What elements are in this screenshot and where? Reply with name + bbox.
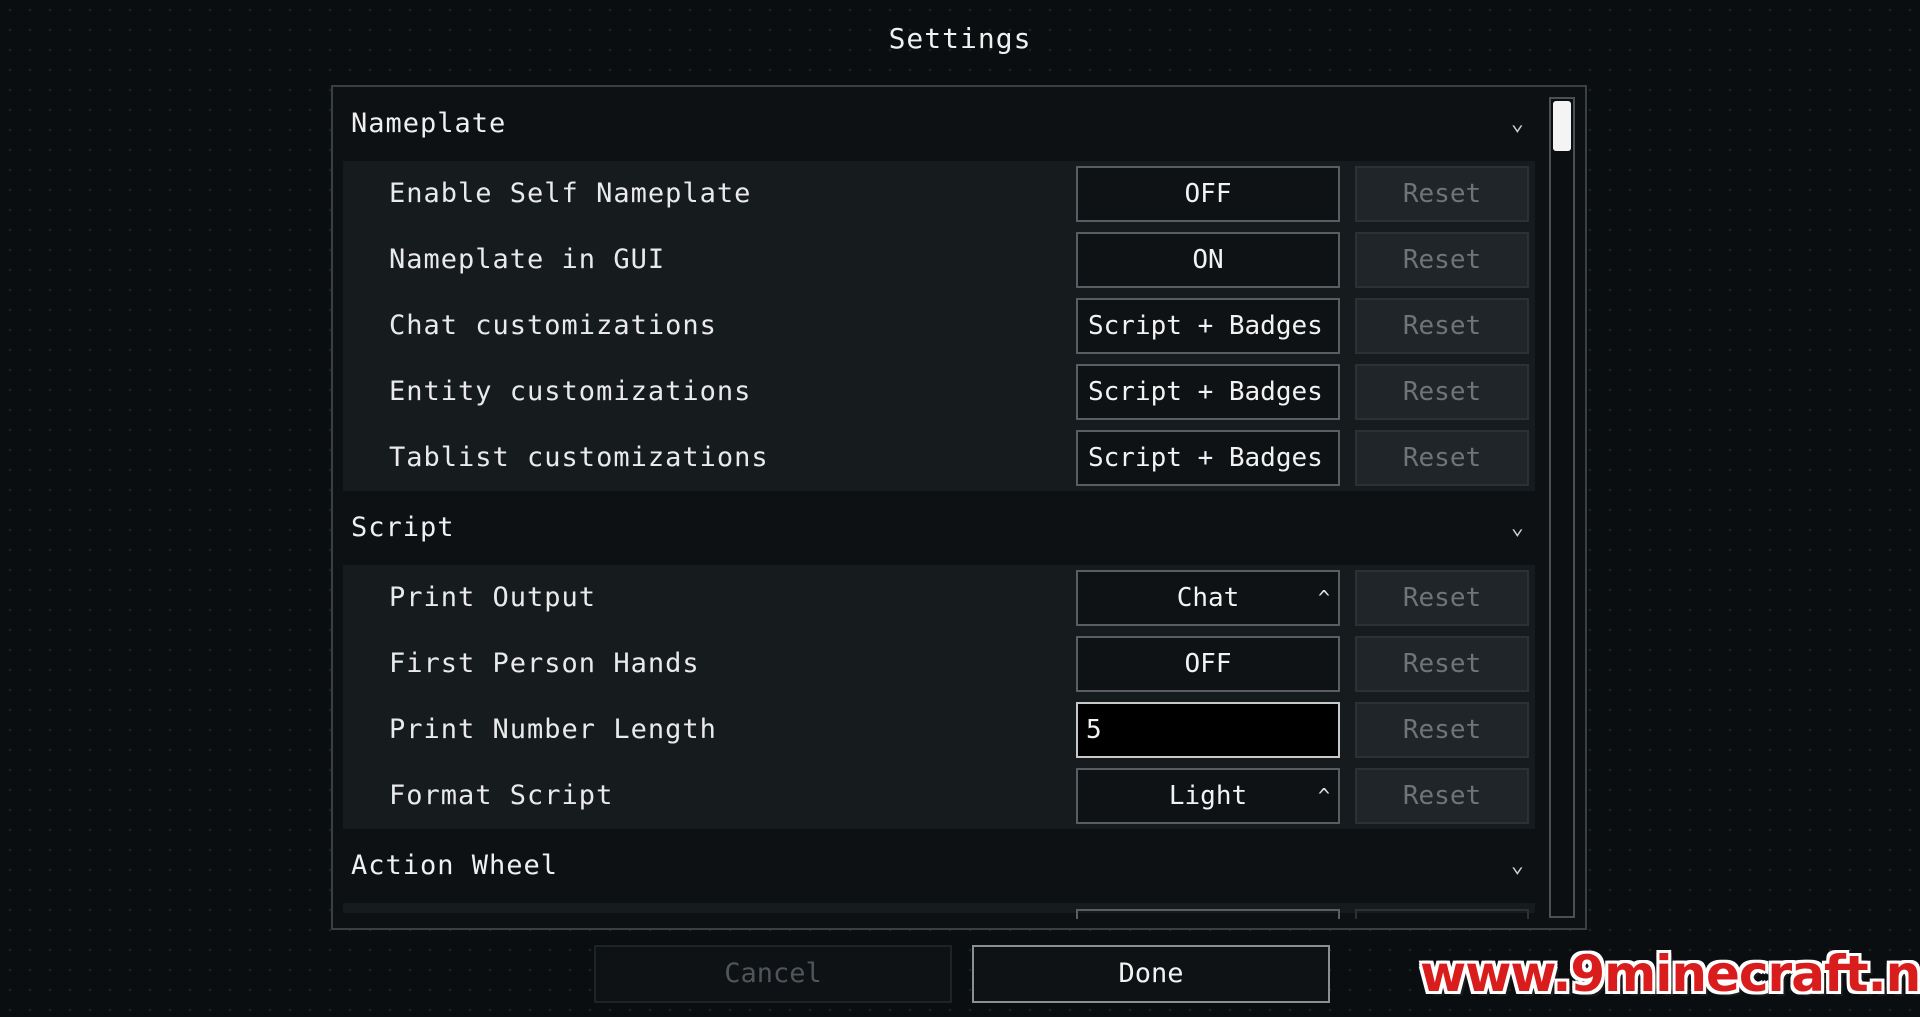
category-header-nameplate[interactable]: Nameplate ⌄ <box>343 87 1535 161</box>
setting-row-partial <box>343 903 1535 919</box>
number-length-input[interactable]: 5 <box>1076 702 1340 758</box>
setting-row: Format Script Light ^ Reset <box>343 763 1535 829</box>
chevron-up-icon: ^ <box>1317 784 1330 808</box>
dropdown-button[interactable]: Chat ^ <box>1076 570 1340 626</box>
category-header-script[interactable]: Script ⌄ <box>343 491 1535 565</box>
setting-label: First Person Hands <box>389 648 700 679</box>
chevron-down-icon: ⌄ <box>1510 853 1525 878</box>
setting-label: Entity customizations <box>389 376 752 407</box>
setting-label: Format Script <box>389 780 614 811</box>
reset-button[interactable]: Reset <box>1355 570 1529 626</box>
setting-row: Chat customizations Script + Badges Rese… <box>343 293 1535 359</box>
reset-button[interactable]: Reset <box>1355 298 1529 354</box>
reset-button[interactable]: Reset <box>1355 430 1529 486</box>
dropdown-button[interactable]: Light ^ <box>1076 768 1340 824</box>
cycle-button[interactable]: Script + Badges <box>1076 298 1340 354</box>
setting-row: Print Number Length 5 Reset <box>343 697 1535 763</box>
done-button[interactable]: Done <box>972 945 1330 1003</box>
setting-label: Print Output <box>389 582 597 613</box>
scrollbar-thumb[interactable] <box>1553 101 1571 151</box>
setting-row: Print Output Chat ^ Reset <box>343 565 1535 631</box>
reset-button[interactable]: Reset <box>1355 364 1529 420</box>
toggle-button[interactable]: ON <box>1076 232 1340 288</box>
reset-button[interactable]: Reset <box>1355 636 1529 692</box>
cancel-button[interactable]: Cancel <box>594 945 952 1003</box>
dropdown-value: Chat <box>1176 583 1240 613</box>
dropdown-value: Light <box>1168 781 1248 811</box>
cycle-button[interactable]: Script + Badges <box>1076 430 1340 486</box>
cycle-button[interactable]: Script + Badges <box>1076 364 1340 420</box>
chevron-down-icon: ⌄ <box>1510 515 1525 540</box>
toggle-button[interactable]: OFF <box>1076 166 1340 222</box>
reset-button[interactable]: Reset <box>1355 768 1529 824</box>
setting-label: Print Number Length <box>389 714 717 745</box>
settings-list: Nameplate ⌄ Enable Self Nameplate OFF Re… <box>343 87 1535 919</box>
setting-row: Nameplate in GUI ON Reset <box>343 227 1535 293</box>
setting-label: Enable Self Nameplate <box>389 178 752 209</box>
category-title: Nameplate <box>351 108 507 139</box>
chevron-down-icon: ⌄ <box>1510 111 1525 136</box>
watermark-logo: www.9minecraft.net <box>1420 945 1920 1003</box>
page-title: Settings <box>888 22 1032 55</box>
setting-row: Entity customizations Script + Badges Re… <box>343 359 1535 425</box>
setting-label: Chat customizations <box>389 310 717 341</box>
setting-row: Enable Self Nameplate OFF Reset <box>343 161 1535 227</box>
chevron-up-icon: ^ <box>1317 586 1330 610</box>
category-header-action-wheel[interactable]: Action Wheel ⌄ <box>343 829 1535 903</box>
reset-button[interactable]: Reset <box>1355 232 1529 288</box>
reset-button[interactable]: Reset <box>1355 166 1529 222</box>
setting-label: Nameplate in GUI <box>389 244 666 275</box>
category-entries-nameplate: Enable Self Nameplate OFF Reset Nameplat… <box>343 161 1535 491</box>
category-title: Script <box>351 512 455 543</box>
reset-button[interactable]: Reset <box>1355 702 1529 758</box>
setting-row: First Person Hands OFF Reset <box>343 631 1535 697</box>
toggle-button[interactable]: OFF <box>1076 636 1340 692</box>
category-entries-script: Print Output Chat ^ Reset First Person H… <box>343 565 1535 829</box>
setting-row: Tablist customizations Script + Badges R… <box>343 425 1535 491</box>
setting-label: Tablist customizations <box>389 442 769 473</box>
reset-button-partial[interactable] <box>1355 909 1529 919</box>
value-button-partial[interactable] <box>1076 909 1340 919</box>
category-title: Action Wheel <box>351 850 559 881</box>
settings-panel: Nameplate ⌄ Enable Self Nameplate OFF Re… <box>331 85 1587 930</box>
scrollbar[interactable] <box>1549 97 1575 918</box>
